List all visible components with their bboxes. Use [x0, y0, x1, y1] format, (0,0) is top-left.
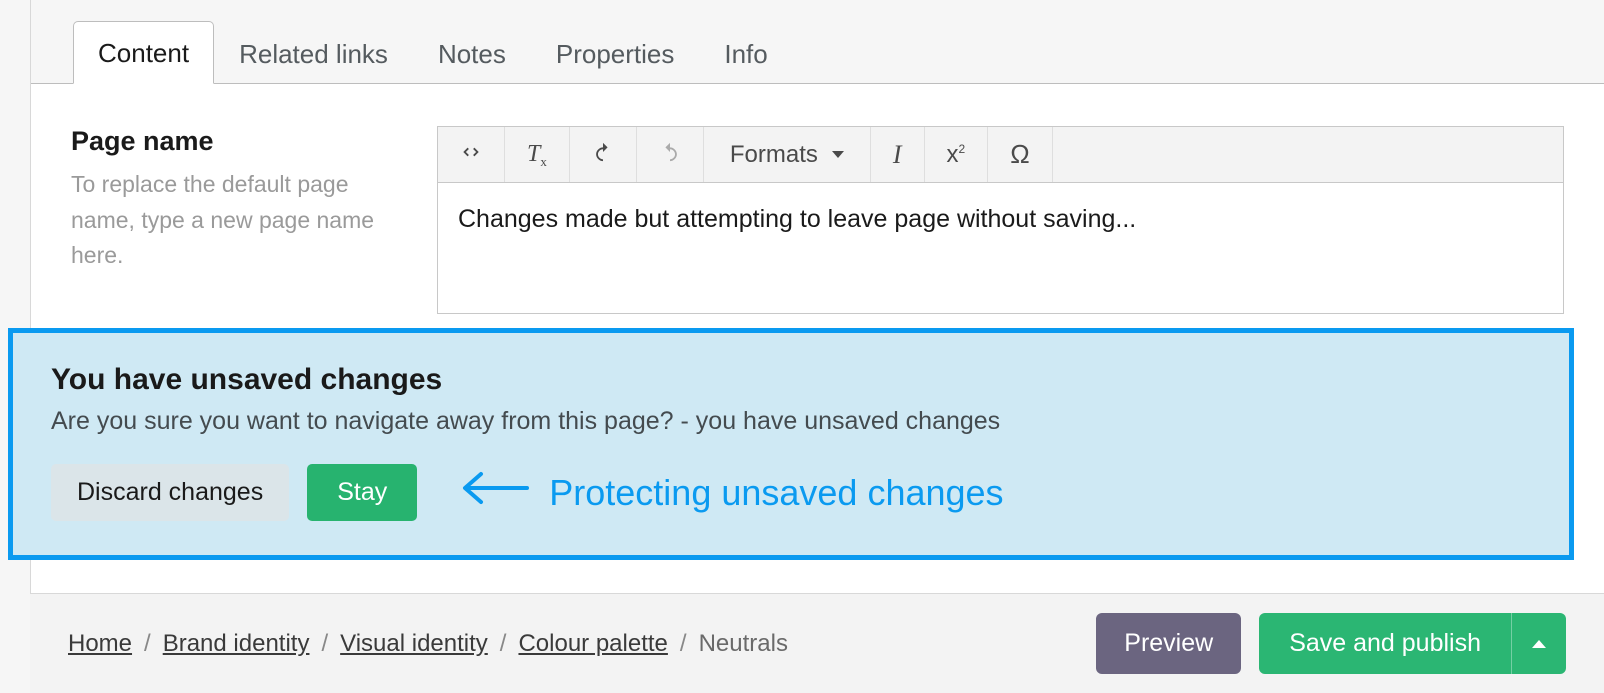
tab-bar: Content Related links Notes Properties I…	[31, 0, 1604, 84]
redo-icon	[659, 141, 681, 169]
breadcrumb-home[interactable]: Home	[68, 630, 132, 658]
tab-properties[interactable]: Properties	[531, 22, 700, 84]
formats-label: Formats	[730, 141, 818, 169]
breadcrumb-visual-identity[interactable]: Visual identity	[340, 630, 488, 658]
clear-format-icon: Tx	[527, 141, 547, 168]
italic-icon: I	[893, 140, 902, 170]
formats-dropdown[interactable]: Formats	[704, 127, 871, 182]
arrow-left-icon	[459, 468, 531, 517]
breadcrumb-separator: /	[144, 630, 151, 658]
footer-actions: Preview Save and publish	[1096, 613, 1566, 674]
field-meta: Page name To replace the default page na…	[71, 126, 401, 314]
breadcrumb-separator: /	[321, 630, 328, 658]
field-help: To replace the default page name, type a…	[71, 167, 401, 274]
breadcrumb-brand-identity[interactable]: Brand identity	[163, 630, 310, 658]
special-char-button[interactable]: Ω	[988, 127, 1052, 182]
breadcrumb-colour-palette[interactable]: Colour palette	[518, 630, 667, 658]
save-publish-button[interactable]: Save and publish	[1259, 613, 1511, 674]
breadcrumb-separator: /	[500, 630, 507, 658]
stay-button[interactable]: Stay	[307, 464, 417, 521]
save-publish-dropdown[interactable]	[1511, 613, 1566, 674]
preview-button[interactable]: Preview	[1096, 613, 1241, 674]
undo-button[interactable]	[570, 127, 637, 182]
undo-icon	[592, 141, 614, 169]
breadcrumb-separator: /	[680, 630, 687, 658]
tab-notes[interactable]: Notes	[413, 22, 531, 84]
alert-title: You have unsaved changes	[51, 363, 1531, 397]
save-publish-group: Save and publish	[1259, 613, 1566, 674]
alert-message: Are you sure you want to navigate away f…	[51, 407, 1531, 436]
rich-text-editor: Tx Formats	[437, 126, 1564, 314]
editor-column: Tx Formats	[437, 126, 1564, 314]
discard-changes-button[interactable]: Discard changes	[51, 464, 289, 521]
editor-body[interactable]: Changes made but attempting to leave pag…	[438, 183, 1563, 313]
chevron-up-icon	[1532, 640, 1546, 648]
annotation: Protecting unsaved changes	[459, 468, 1003, 517]
alert-actions: Discard changes Stay Protecting unsaved …	[51, 464, 1531, 521]
unsaved-changes-alert: You have unsaved changes Are you sure yo…	[8, 328, 1574, 560]
chevron-down-icon	[832, 151, 844, 158]
superscript-icon: x2	[947, 141, 966, 169]
annotation-text: Protecting unsaved changes	[549, 472, 1003, 514]
footer-bar: Home / Brand identity / Visual identity …	[30, 593, 1604, 693]
breadcrumb-current: Neutrals	[699, 630, 788, 658]
breadcrumb: Home / Brand identity / Visual identity …	[68, 630, 788, 658]
content-area: Page name To replace the default page na…	[31, 84, 1604, 314]
clear-formatting-button[interactable]: Tx	[505, 127, 570, 182]
tab-info[interactable]: Info	[699, 22, 792, 84]
page-root: Content Related links Notes Properties I…	[0, 0, 1604, 693]
tab-content[interactable]: Content	[73, 21, 214, 84]
field-label: Page name	[71, 126, 401, 157]
tab-related-links[interactable]: Related links	[214, 22, 413, 84]
editor-toolbar: Tx Formats	[438, 127, 1563, 183]
source-code-button[interactable]	[438, 127, 505, 182]
code-icon	[460, 141, 482, 169]
redo-button[interactable]	[637, 127, 704, 182]
superscript-button[interactable]: x2	[925, 127, 989, 182]
omega-icon: Ω	[1010, 139, 1029, 170]
italic-button[interactable]: I	[871, 127, 925, 182]
